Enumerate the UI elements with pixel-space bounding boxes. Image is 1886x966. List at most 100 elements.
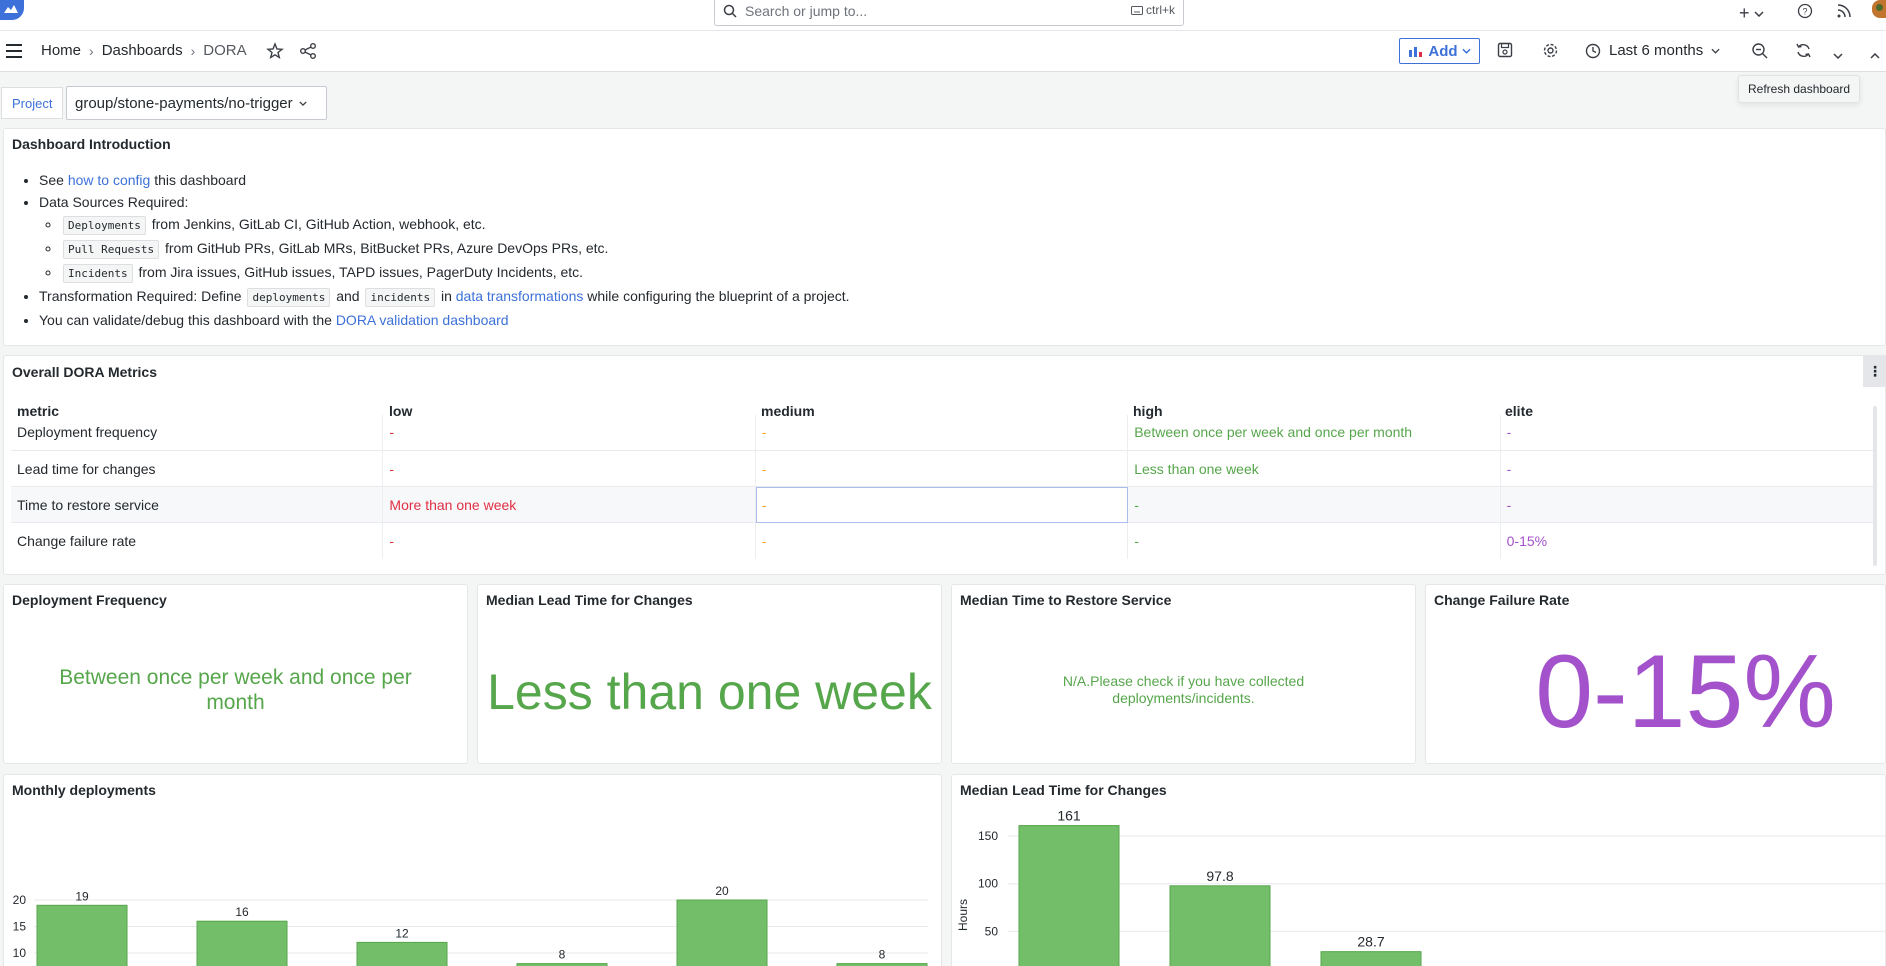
code-incidents: incidents — [365, 288, 436, 307]
app-logo[interactable] — [0, 0, 24, 20]
table-row: Change failure rate - - - 0-15% — [11, 523, 1873, 559]
lead-time-title: Median Lead Time for Changes — [486, 592, 693, 608]
avatar[interactable] — [1872, 0, 1886, 18]
search-input[interactable]: Search or jump to... ctrl+k — [714, 0, 1184, 26]
data-label: 19 — [75, 889, 89, 903]
zoom-out-icon — [1752, 43, 1768, 59]
logo-icon — [4, 5, 18, 13]
restore-service-panel: Median Time to Restore Service N/A.Pleas… — [951, 584, 1416, 764]
deployment-frequency-value: Between once per week and once per month — [59, 666, 412, 714]
data-label: 20 — [715, 884, 729, 898]
table-cell-focused[interactable]: - — [755, 486, 1129, 523]
list-item: Deployments from Jenkins, GitLab CI, Git… — [61, 213, 850, 237]
svg-text:?: ? — [1802, 7, 1807, 17]
change-failure-rate-panel: Change Failure Rate 0-15% — [1425, 584, 1886, 764]
star-button[interactable] — [266, 42, 284, 63]
table-cell: Time to restore service — [11, 486, 384, 523]
data-label: 28.7 — [1357, 934, 1384, 950]
data-label: 8 — [879, 948, 886, 962]
list-item: Transformation Required: Define deployme… — [39, 285, 850, 309]
add-button-label: Add — [1428, 42, 1458, 60]
table-row: Time to restore service More than one we… — [11, 486, 1873, 523]
menu-icon[interactable] — [6, 44, 22, 58]
table-cell: - — [383, 523, 756, 559]
breadcrumb: Home › Dashboards › DORA — [41, 42, 247, 59]
bar — [1169, 885, 1271, 966]
chevron-up-icon — [1870, 52, 1880, 59]
add-button[interactable]: Add — [1399, 38, 1480, 64]
table-cell: Change failure rate — [11, 523, 384, 559]
how-to-config-link[interactable]: how to config — [68, 172, 151, 188]
gear-icon — [1543, 43, 1558, 58]
y-tick-label: 150 — [978, 829, 998, 843]
time-range-picker[interactable]: Last 6 months — [1585, 42, 1720, 59]
breadcrumb-dashboards[interactable]: Dashboards — [102, 42, 183, 59]
data-label: 97.8 — [1206, 868, 1233, 884]
save-dashboard-button[interactable] — [1497, 42, 1513, 61]
refresh-tooltip: Refresh dashboard — [1738, 75, 1861, 103]
monthly-deployments-panel: Monthly deployments 51015201916128208 — [3, 774, 942, 966]
dashboard-nav-bar: Home › Dashboards › DORA Add Last 6 mont… — [0, 31, 1886, 72]
y-tick-label: 50 — [985, 924, 999, 938]
deployment-frequency-panel: Deployment Frequency Between once per we… — [3, 584, 468, 764]
list-item: You can validate/debug this dashboard wi… — [39, 309, 850, 331]
table-cell: - — [1128, 523, 1501, 559]
list-item: Pull Requests from GitHub PRs, GitLab MR… — [61, 237, 850, 261]
help-button[interactable]: ? — [1797, 3, 1813, 19]
zoom-out-button[interactable] — [1751, 42, 1769, 63]
rss-icon — [1837, 4, 1851, 18]
bar — [356, 941, 448, 966]
keyboard-icon — [1130, 5, 1143, 15]
intro-text: from Jenkins, GitLab CI, GitHub Action, … — [147, 216, 486, 232]
share-icon — [300, 43, 316, 59]
intro-text: this dashboard — [150, 172, 247, 188]
refresh-button[interactable] — [1795, 42, 1812, 62]
table-cell: 0-15% — [1506, 533, 1548, 549]
refresh-interval-button[interactable] — [1833, 46, 1843, 62]
code-incidents: Incidents — [63, 264, 133, 283]
table-cell: - — [383, 450, 756, 487]
breadcrumb-home[interactable]: Home — [41, 42, 81, 59]
data-label: 8 — [559, 948, 566, 962]
deployment-frequency-title: Deployment Frequency — [12, 592, 167, 608]
search-placeholder: Search or jump to... — [745, 3, 868, 19]
data-transformations-link[interactable]: data transformations — [456, 288, 584, 304]
intro-text: See — [39, 172, 68, 188]
data-label: 16 — [235, 905, 249, 919]
code-deployments: Deployments — [63, 216, 146, 235]
table-cell: More than one week — [383, 486, 756, 523]
y-tick-label: 100 — [978, 877, 998, 891]
table-cell: Lead time for changes — [11, 450, 384, 487]
top-bar: Search or jump to... ctrl+k + ? — [0, 0, 1886, 31]
project-variable-select[interactable]: group/stone-payments/no-trigger — [66, 86, 327, 120]
add-panel-icon — [1409, 47, 1423, 57]
intro-text: while configuring the blueprint of a pro… — [583, 288, 850, 304]
sources-list: Deployments from Jenkins, GitLab CI, Git… — [61, 213, 850, 285]
project-variable-value: group/stone-payments/no-trigger — [75, 94, 293, 112]
bar — [196, 920, 288, 966]
collapse-toolbar-button[interactable] — [1870, 46, 1880, 62]
table-row: Deployment frequency - - Between once pe… — [11, 415, 1873, 451]
bar — [1018, 825, 1120, 966]
settings-button[interactable] — [1542, 42, 1559, 62]
news-button[interactable] — [1836, 3, 1852, 19]
y-axis-label: Hours — [956, 899, 970, 931]
intro-panel: Dashboard Introduction See how to config… — [3, 128, 1886, 346]
list-item: See how to config this dashboard — [39, 169, 850, 191]
table-scrollbar[interactable] — [1873, 406, 1877, 566]
table-cell: Deployment frequency — [11, 415, 384, 451]
refresh-icon — [1796, 43, 1811, 58]
intro-text: Data Sources Required: — [39, 194, 189, 210]
star-icon — [266, 42, 284, 60]
panel-menu-icon[interactable]: ⋮ — [1863, 355, 1886, 387]
dora-validation-link[interactable]: DORA validation dashboard — [336, 312, 509, 328]
share-button[interactable] — [299, 42, 317, 63]
list-item: Data Sources Required: Deployments from … — [39, 191, 850, 285]
intro-text: from Jira issues, GitHub issues, TAPD is… — [134, 264, 584, 280]
new-menu-button[interactable]: + — [1739, 3, 1764, 24]
table-cell: Less than one week — [1128, 450, 1501, 487]
change-failure-rate-title: Change Failure Rate — [1434, 592, 1570, 608]
code-pull-requests: Pull Requests — [63, 240, 160, 259]
intro-list: See how to config this dashboard Data So… — [39, 169, 850, 331]
table-cell: - — [1128, 486, 1501, 523]
